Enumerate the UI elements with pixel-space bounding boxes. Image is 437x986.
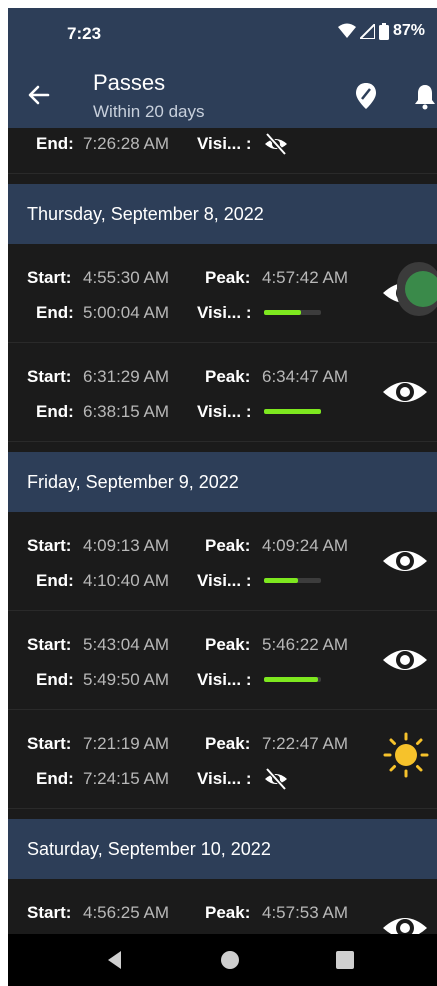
peak-label: Peak:: [205, 903, 251, 922]
eye-icon[interactable]: [380, 906, 430, 934]
nav-recents-icon[interactable]: [333, 948, 357, 972]
eye-off-icon: [265, 767, 287, 791]
pass-row[interactable]: Start: 4:09:13 AM Peak: 4:09:24 AM End: …: [8, 512, 437, 611]
start-time: 4:09:13 AM: [83, 536, 170, 555]
page-title: Passes: [93, 70, 166, 95]
end-time: 7:26:28 AM: [83, 134, 170, 153]
pass-row[interactable]: Start: 5:43:04 AM Peak: 5:46:22 AM End: …: [8, 611, 437, 710]
page-subtitle: Within 20 days: [93, 102, 205, 121]
pass-list[interactable]: End: 7:26:28 AM Visi... : Thursday, Sept…: [8, 128, 437, 934]
battery-icon: [378, 22, 389, 40]
pass-row[interactable]: Start: 4:55:30 AM Peak: 4:57:42 AM End: …: [8, 244, 437, 343]
status-time: 7:23: [67, 24, 102, 43]
more-icon: [405, 271, 437, 307]
status-bar: 7:23 87%: [8, 8, 437, 58]
start-time: 4:55:30 AM: [83, 268, 170, 287]
wifi-icon: [337, 23, 356, 38]
peak-label: Peak:: [205, 635, 251, 654]
end-label: End:: [36, 670, 74, 689]
end-label: End:: [36, 769, 74, 788]
peak-label: Peak:: [205, 367, 251, 386]
start-label: Start:: [27, 903, 72, 922]
start-time: 6:31:29 AM: [83, 367, 170, 386]
status-icons: 87%: [337, 22, 425, 40]
back-arrow-icon[interactable]: [24, 80, 54, 110]
visibility-label: Visi... :: [197, 303, 252, 322]
battery-percent: 87%: [392, 22, 425, 39]
app-bar: Passes Within 20 days: [8, 58, 437, 128]
date-header: Saturday, September 10, 2022: [8, 819, 437, 879]
visibility-label: Visi... :: [197, 670, 252, 689]
start-label: Start:: [27, 635, 72, 654]
signal-icon: [359, 23, 375, 39]
visibility-label: Visi... :: [197, 134, 252, 153]
peak-time: 4:57:42 AM: [262, 268, 349, 287]
peak-label: Peak:: [205, 734, 251, 753]
pass-row[interactable]: Start: 6:31:29 AM Peak: 6:34:47 AM End: …: [8, 343, 437, 442]
pass-row-partial[interactable]: End: 7:26:28 AM Visi... :: [8, 128, 437, 174]
peak-time: 6:34:47 AM: [262, 367, 349, 386]
end-label: End:: [36, 134, 74, 153]
screen: 7:23 87% Passes Within 20 days End: 7:26…: [8, 8, 437, 986]
eye-icon[interactable]: [380, 539, 430, 583]
end-time: 7:24:15 AM: [83, 769, 170, 788]
peak-time: 4:57:53 AM: [262, 903, 349, 922]
pass-row[interactable]: Start: 7:21:19 AM Peak: 7:22:47 AM End: …: [8, 710, 437, 809]
start-label: Start:: [27, 268, 72, 287]
nav-back-icon[interactable]: [103, 948, 127, 972]
end-label: End:: [36, 571, 74, 590]
end-label: End:: [36, 402, 74, 421]
floating-bubble-button[interactable]: [397, 262, 437, 316]
eye-icon[interactable]: [380, 370, 430, 414]
end-label: End:: [36, 303, 74, 322]
visibility-bar: [264, 677, 321, 682]
start-time: 4:56:25 AM: [83, 903, 170, 922]
date-header: Thursday, September 8, 2022: [8, 184, 437, 244]
visibility-bar: [264, 310, 321, 315]
end-time: 4:10:40 AM: [83, 571, 170, 590]
peak-time: 5:46:22 AM: [262, 635, 349, 654]
visibility-label: Visi... :: [197, 402, 252, 421]
start-label: Start:: [27, 367, 72, 386]
end-time: 5:00:04 AM: [83, 303, 170, 322]
start-time: 7:21:19 AM: [83, 734, 170, 753]
peak-label: Peak:: [205, 268, 251, 287]
start-label: Start:: [27, 734, 72, 753]
nav-home-icon[interactable]: [218, 948, 242, 972]
eye-icon[interactable]: [380, 638, 430, 682]
visibility-bar: [264, 578, 321, 583]
pass-row[interactable]: Start: 4:56:25 AM Peak: 4:57:53 AM: [8, 879, 437, 934]
start-label: Start:: [27, 536, 72, 555]
sun-icon: [383, 732, 429, 778]
end-time: 6:38:15 AM: [83, 402, 170, 421]
visibility-label: Visi... :: [197, 571, 252, 590]
peak-time: 7:22:47 AM: [262, 734, 349, 753]
start-time: 5:43:04 AM: [83, 635, 170, 654]
visibility-label: Visi... :: [197, 769, 252, 788]
peak-label: Peak:: [205, 536, 251, 555]
visibility-bar: [264, 409, 321, 414]
date-header: Friday, September 9, 2022: [8, 452, 437, 512]
eye-off-icon: [265, 132, 287, 156]
end-time: 5:49:50 AM: [83, 670, 170, 689]
bell-icon[interactable]: [412, 82, 437, 110]
navigation-bar: [8, 934, 437, 986]
location-pin-icon[interactable]: [354, 82, 378, 110]
peak-time: 4:09:24 AM: [262, 536, 349, 555]
